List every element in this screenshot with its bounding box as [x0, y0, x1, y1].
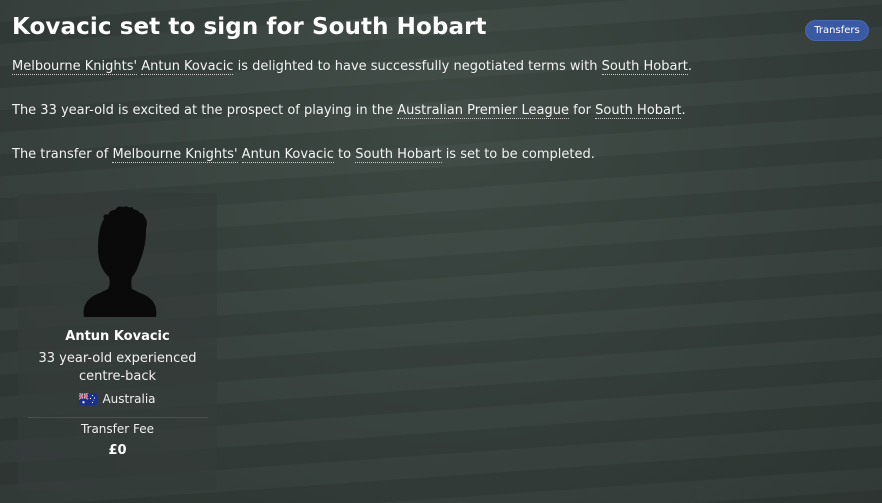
- paragraph-text: .: [687, 59, 693, 74]
- club-link-south-hobart[interactable]: South Hobart: [601, 59, 688, 75]
- nationality-label: Australia: [102, 392, 156, 406]
- player-card: Antun Kovacic 33 year-old experienced ce…: [18, 193, 217, 490]
- club-link-melbourne-knights[interactable]: Melbourne Knights': [12, 59, 138, 75]
- transfer-fee-value: £0: [108, 443, 127, 458]
- news-paragraph: The 33 year-old is excited at the prospe…: [12, 103, 686, 119]
- news-paragraph: Melbourne Knights' Antun Kovacic is deli…: [12, 59, 693, 75]
- news-paragraph: The transfer of Melbourne Knights' Antun…: [12, 147, 595, 163]
- card-divider: [28, 417, 208, 418]
- paragraph-text: The transfer of: [12, 147, 113, 162]
- player-name[interactable]: Antun Kovacic: [18, 329, 217, 344]
- paragraph-text: The 33 year-old is excited at the prospe…: [12, 103, 398, 118]
- player-silhouette-icon[interactable]: [74, 205, 162, 317]
- player-link-antun-kovacic[interactable]: Antun Kovacic: [141, 59, 234, 75]
- paragraph-text: .: [681, 103, 686, 118]
- competition-link-australian-premier-league[interactable]: Australian Premier League: [397, 103, 569, 119]
- transfers-tag[interactable]: Transfers: [805, 20, 869, 41]
- club-link-melbourne-knights[interactable]: Melbourne Knights': [112, 147, 238, 163]
- paragraph-text: is set to be completed.: [441, 147, 595, 162]
- news-headline: Kovacic set to sign for South Hobart: [12, 14, 487, 40]
- paragraph-text: for: [569, 103, 596, 118]
- player-description: 33 year-old experienced centre-back: [38, 351, 197, 384]
- paragraph-text: is delighted to have successfully negoti…: [233, 59, 602, 74]
- player-nationality: Australia: [18, 392, 217, 406]
- transfer-fee-label: Transfer Fee: [80, 422, 155, 436]
- club-link-south-hobart[interactable]: South Hobart: [355, 147, 442, 163]
- paragraph-text: to: [333, 147, 356, 162]
- player-link-antun-kovacic[interactable]: Antun Kovacic: [241, 147, 334, 163]
- club-link-south-hobart[interactable]: South Hobart: [595, 103, 682, 119]
- australia-flag-icon[interactable]: [79, 393, 98, 405]
